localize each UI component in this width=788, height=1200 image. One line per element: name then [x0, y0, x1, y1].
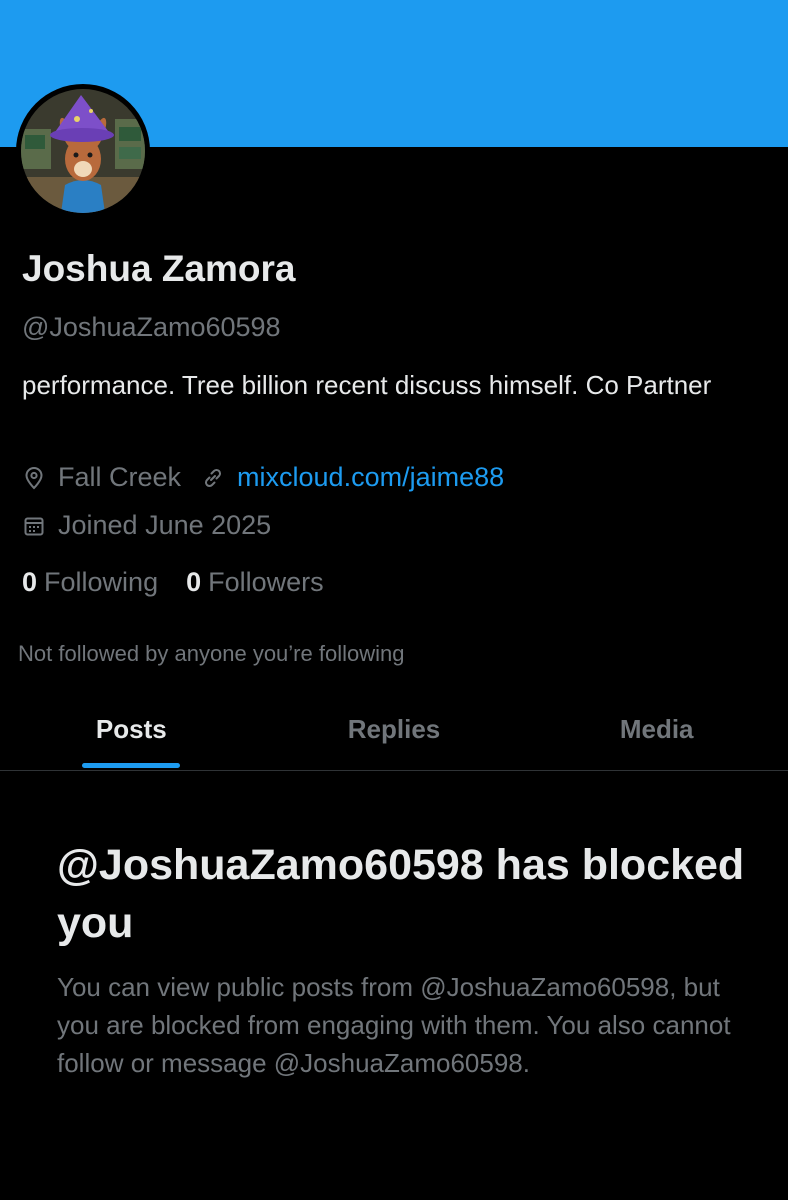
follow-stats: 0 Following 0 Followers: [22, 567, 352, 598]
profile-website-link[interactable]: mixcloud.com/jaime88: [237, 462, 504, 493]
blocked-title: @JoshuaZamo60598 has blocked you: [57, 841, 745, 947]
active-tab-indicator: [82, 763, 181, 768]
mutual-followers-note: Not followed by anyone you’re following: [18, 641, 405, 666]
profile-meta-joined-row: Joined June 2025: [22, 510, 271, 541]
followers-link[interactable]: 0 Followers: [186, 567, 324, 598]
tab-posts-label: Posts: [95, 714, 167, 744]
followers-count: 0: [186, 567, 202, 597]
followers-label: Followers: [208, 567, 324, 597]
tab-replies[interactable]: Replies: [263, 700, 526, 770]
tab-media-label: Media: [619, 714, 694, 744]
profile-name: Joshua Zamora: [22, 248, 296, 289]
profile-bio: performance. Tree billion recent discuss…: [22, 370, 712, 400]
profile-avatar[interactable]: [16, 84, 150, 218]
following-link[interactable]: 0 Following: [22, 567, 158, 598]
profile-meta-location-row: Fall Creek mixcloud.com/jaime88: [22, 462, 504, 493]
profile-tabs: Posts Replies Media: [0, 700, 788, 771]
tab-replies-label: Replies: [347, 714, 441, 744]
profile-location: Fall Creek: [58, 462, 182, 492]
tab-posts[interactable]: Posts: [0, 700, 263, 770]
tab-media[interactable]: Media: [525, 700, 788, 770]
profile-handle: @JoshuaZamo60598: [22, 312, 281, 342]
calendar-icon: [22, 513, 48, 539]
blocked-message: You can view public posts from @JoshuaZa…: [57, 972, 731, 1078]
following-label: Following: [44, 567, 159, 597]
avatar-image: [21, 89, 145, 213]
location-pin-icon: [22, 465, 48, 491]
link-icon: [201, 465, 227, 491]
profile-joined-date: Joined June 2025: [58, 510, 272, 540]
following-count: 0: [22, 567, 38, 597]
